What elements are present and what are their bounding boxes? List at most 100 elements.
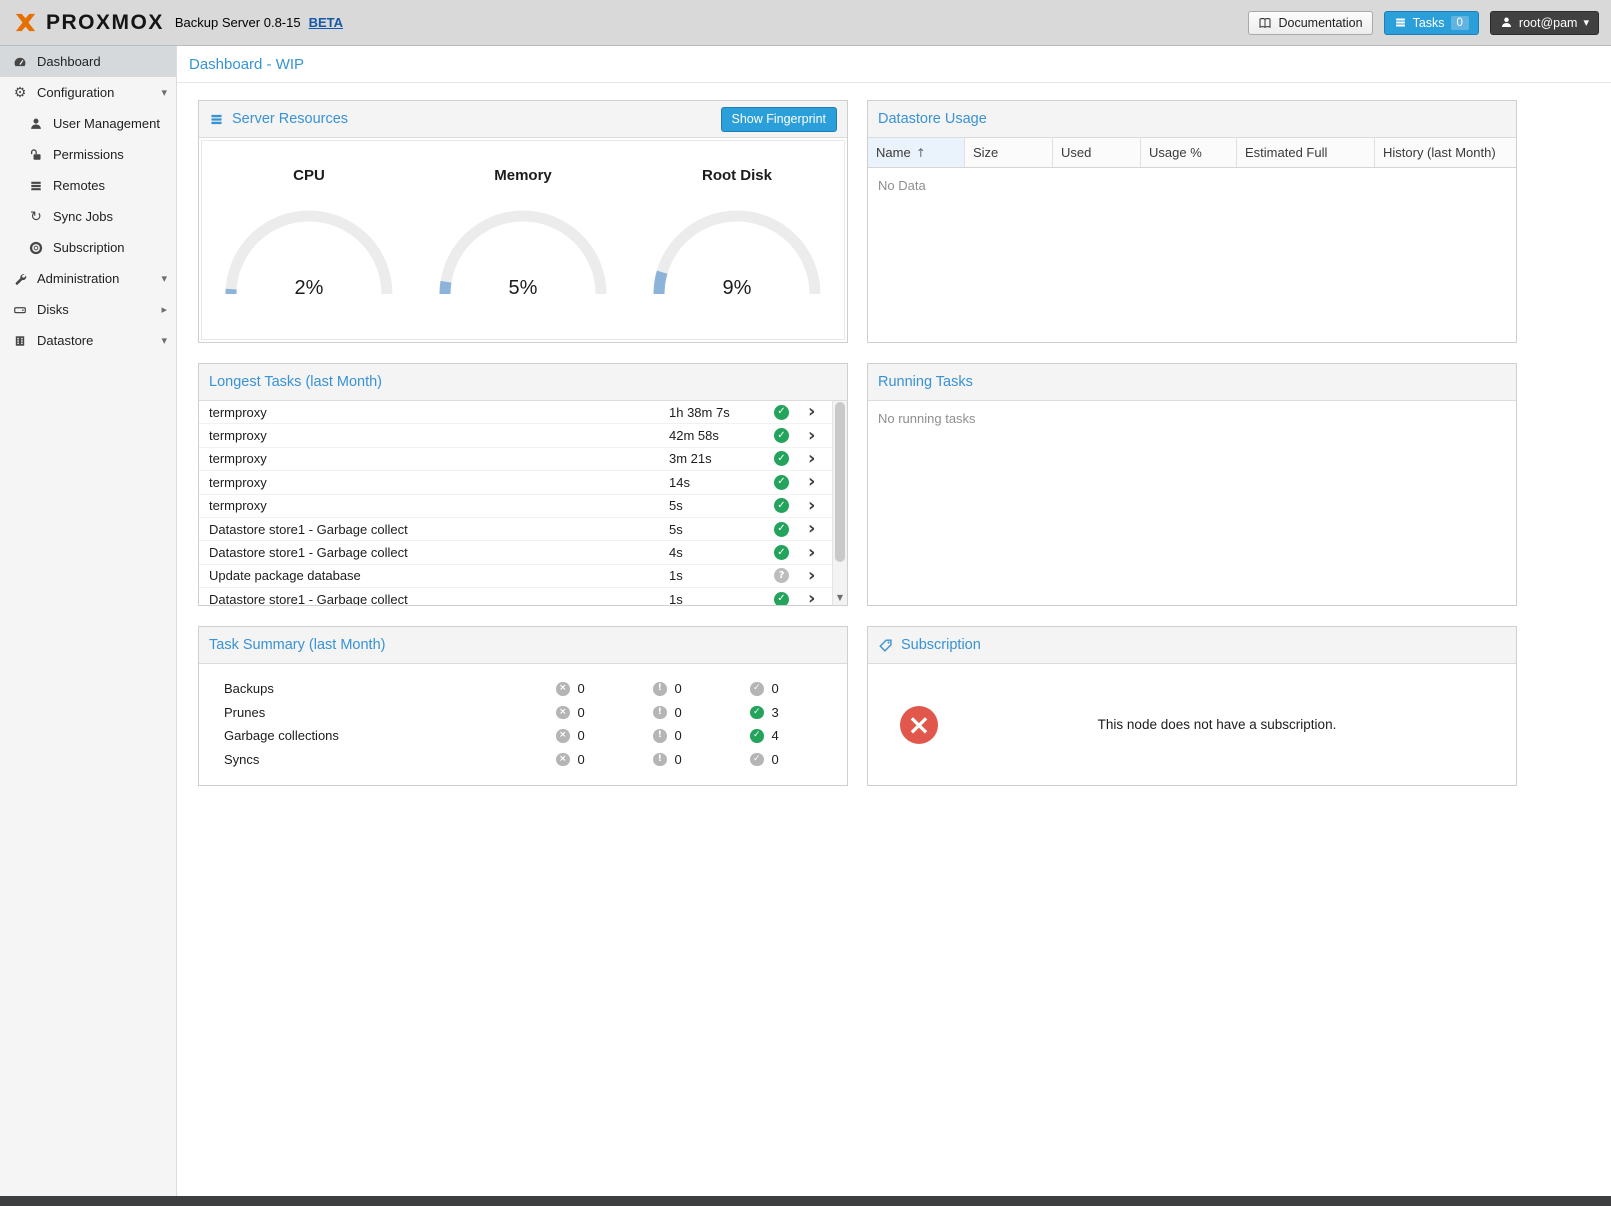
chevron-right-icon[interactable]: › [808,449,832,469]
status-error-icon: × [556,706,570,720]
caret-down-icon: ▾ [1583,17,1589,28]
sidebar-item-label: Datastore [37,333,93,348]
hdd-icon [12,302,28,318]
gauge-label: Memory [426,167,621,184]
task-name: Datastore store1 - Garbage collect [209,522,669,537]
status-ok-icon: ✓ [774,475,789,490]
chevron-right-icon[interactable]: › [808,472,832,492]
subscription-message: This node does not have a subscription. [938,717,1496,732]
chevron-right-icon[interactable]: › [808,566,832,586]
task-row[interactable]: Datastore store1 - Garbage collect5s✓› [199,518,832,541]
status-warning-icon: ! [653,753,667,767]
status-error-icon: × [556,729,570,743]
datastore-usage-empty: No Data [868,168,1516,203]
summary-row-backups: Backups×0!0✓0 [199,677,847,701]
task-row[interactable]: termproxy14s✓› [199,471,832,494]
datastore-usage-title: Datastore Usage [878,111,987,127]
gauge-memory: Memory5% [426,167,621,339]
user-menu-button[interactable]: root@pam ▾ [1490,11,1599,35]
chevron-right-icon[interactable]: › [808,402,832,422]
sidebar-item-dashboard[interactable]: Dashboard [0,46,176,77]
column-header-estimated-full[interactable]: Estimated Full [1237,138,1375,167]
status-ok-icon: ✓ [750,706,764,720]
task-duration: 1h 38m 7s [669,405,774,420]
no-subscription-icon: × [900,706,938,744]
column-header-name[interactable]: Name↑ [868,138,965,167]
column-header-size[interactable]: Size [965,138,1053,167]
chevron-right-icon[interactable]: › [808,426,832,446]
lifering-icon [28,240,44,256]
summary-count: 0 [578,728,585,743]
sidebar-item-user-management[interactable]: User Management [0,108,176,139]
chevron-right-icon[interactable]: › [808,519,832,539]
sidebar-item-datastore[interactable]: Datastore ▾ [0,325,176,356]
datastore-usage-panel: Datastore Usage Name↑SizeUsedUsage %Esti… [867,100,1517,343]
caret-right-icon[interactable]: ▸ [161,304,167,315]
sidebar-item-sync-jobs[interactable]: ↻Sync Jobs [0,201,176,232]
column-header-used[interactable]: Used [1053,138,1141,167]
task-duration: 5s [669,498,774,513]
caret-down-icon[interactable]: ▾ [161,335,167,346]
user-icon [1500,16,1513,29]
summary-count: 0 [675,728,682,743]
sidebar-item-permissions[interactable]: Permissions [0,139,176,170]
sidebar-item-remotes[interactable]: Remotes [0,170,176,201]
task-row[interactable]: termproxy42m 58s✓› [199,424,832,447]
chevron-right-icon[interactable]: › [808,543,832,563]
task-row[interactable]: Datastore store1 - Garbage collect1s✓› [199,588,832,606]
status-error-icon: × [556,682,570,696]
gauges: CPU2%Memory5%Root Disk9% [201,140,845,340]
column-header-history-last-month[interactable]: History (last Month) [1375,138,1516,167]
status-unknown-icon: ? [774,568,789,583]
scrollbar-thumb[interactable] [835,402,845,562]
chevron-right-icon[interactable]: › [808,496,832,516]
sidebar-item-administration[interactable]: Administration▾ [0,263,176,294]
task-name: Datastore store1 - Garbage collect [209,592,669,606]
task-row[interactable]: termproxy1h 38m 7s✓› [199,401,832,424]
caret-down-icon[interactable]: ▾ [161,273,167,284]
documentation-button[interactable]: Documentation [1248,11,1372,35]
task-name: Datastore store1 - Garbage collect [209,545,669,560]
sidebar-item-disks[interactable]: Disks▸ [0,294,176,325]
chevron-right-icon[interactable]: › [808,589,832,606]
sidebar-item-label: User Management [53,116,160,131]
sort-ascending-icon: ↑ [916,146,926,160]
datastore-usage-columns: Name↑SizeUsedUsage %Estimated FullHistor… [868,138,1516,168]
task-duration: 3m 21s [669,451,774,466]
status-ok-icon: ✓ [774,451,789,466]
top-actions: Documentation Tasks 0 root@pam ▾ [1248,11,1599,35]
tasks-button[interactable]: Tasks 0 [1384,11,1479,35]
status-error-icon: × [556,753,570,767]
summary-count: 4 [772,728,779,743]
column-header-usage[interactable]: Usage % [1141,138,1237,167]
proxmox-logo: PROXMOX [12,9,164,36]
beta-link[interactable]: BETA [309,15,343,30]
sidebar-item-configuration[interactable]: ⚙Configuration▾ [0,77,176,108]
task-name: termproxy [209,405,669,420]
scrollbar[interactable]: ▼ [832,401,847,605]
sidebar-item-label: Remotes [53,178,105,193]
summary-count: 0 [578,681,585,696]
task-row[interactable]: termproxy5s✓› [199,495,832,518]
summary-count: 0 [675,752,682,767]
task-row[interactable]: termproxy3m 21s✓› [199,448,832,471]
gauge-cpu: CPU2% [212,167,407,339]
wrench-icon [12,271,28,287]
task-row[interactable]: Datastore store1 - Garbage collect4s✓› [199,541,832,564]
task-duration: 42m 58s [669,428,774,443]
status-ok-icon: ✓ [750,729,764,743]
task-duration: 1s [669,568,774,583]
task-duration: 14s [669,475,774,490]
product-version: Backup Server 0.8-15 [175,15,301,30]
task-duration: 1s [669,592,774,606]
running-tasks-title: Running Tasks [878,374,973,390]
task-row[interactable]: Update package database1s? › [199,565,832,588]
show-fingerprint-button[interactable]: Show Fingerprint [721,107,838,132]
tachometer-icon [12,54,28,70]
scroll-down-icon[interactable]: ▼ [833,590,847,605]
summary-count: 0 [578,752,585,767]
task-name: Update package database [209,568,669,583]
sidebar-item-subscription[interactable]: Subscription [0,232,176,263]
caret-down-icon[interactable]: ▾ [161,87,167,98]
book-icon [1258,16,1272,30]
